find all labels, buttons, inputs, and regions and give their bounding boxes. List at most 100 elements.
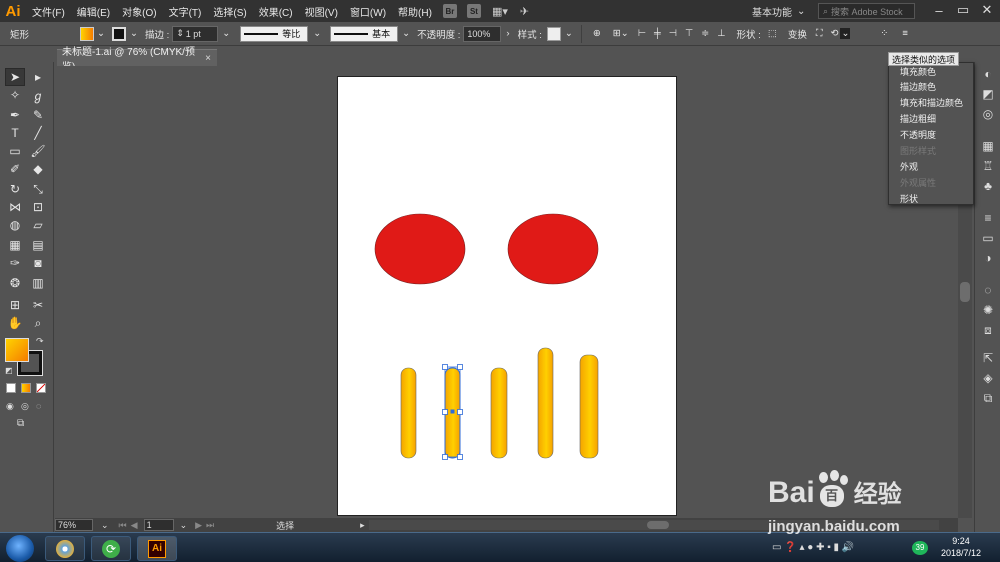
bridge-button[interactable]: Br — [442, 4, 457, 18]
menu-edit[interactable]: 编辑(E) — [71, 4, 116, 19]
pen-tool-icon[interactable]: ✒ — [5, 106, 25, 124]
gradient-mode-button[interactable] — [21, 383, 31, 393]
menu-object[interactable]: 对象(O) — [116, 4, 162, 19]
menu-item-stroke-color[interactable]: 描边颜色 — [900, 80, 936, 93]
gradient-tool-icon[interactable]: ▤ — [28, 236, 48, 254]
screen-mode-icon[interactable]: ⧉ — [17, 418, 24, 429]
shaper-tool-icon[interactable]: ✐ — [5, 160, 25, 178]
horizontal-scrollbar-thumb[interactable] — [646, 521, 669, 529]
zoom-dropdown-icon[interactable]: ⌄ — [101, 520, 109, 531]
select-similar-icon[interactable]: ⟲ — [830, 28, 838, 39]
last-artboard-icon[interactable]: ⏭ — [206, 520, 214, 531]
taskbar-app-refresh[interactable]: ⟳ — [91, 536, 131, 561]
selection-tool-icon[interactable]: ➤ — [5, 68, 25, 86]
artboard[interactable] — [337, 76, 677, 516]
graphic-style-swatch[interactable] — [546, 26, 561, 41]
stroke-weight-dropdown-icon[interactable]: ⌄ — [222, 28, 230, 39]
yellow-bar-4[interactable] — [537, 347, 554, 459]
stroke-weight-field[interactable]: ⇕ 1 pt — [172, 25, 219, 42]
isolate-icon[interactable]: ⛶ — [816, 28, 823, 39]
gradient-panel-icon[interactable]: ▭ — [979, 230, 997, 246]
scale-tool-icon[interactable]: ⤡ — [28, 180, 48, 198]
color-themes-icon[interactable]: ◎ — [979, 106, 997, 122]
brush-dropdown-icon[interactable]: ⌄ — [402, 28, 410, 39]
arrange-documents-icon[interactable]: ▦▾ — [492, 5, 508, 18]
free-transform-tool-icon[interactable]: ⊡ — [28, 198, 48, 216]
transform-button[interactable]: 变换 — [785, 27, 810, 41]
draw-normal-icon[interactable]: ◉ — [6, 401, 14, 412]
align-left-icon[interactable]: ⊢ — [638, 28, 646, 39]
stroke-color-swatch[interactable] — [111, 26, 126, 41]
taskbar-app-paint[interactable] — [45, 536, 85, 561]
draw-behind-icon[interactable]: ◎ — [21, 401, 29, 412]
prev-artboard-icon[interactable]: ◀ — [131, 520, 138, 531]
direct-selection-tool-icon[interactable]: ▸ — [28, 68, 48, 86]
eraser-tool-icon[interactable]: ◆ — [28, 160, 48, 178]
artboards-panel-icon[interactable]: ⧉ — [979, 390, 997, 406]
first-artboard-icon[interactable]: ⏮ — [119, 520, 127, 531]
shape-properties-icon[interactable]: ⬚ — [768, 28, 777, 39]
opacity-field[interactable]: 100% — [463, 25, 502, 42]
fill-swatch[interactable] — [5, 338, 29, 362]
right-red-ellipse[interactable] — [507, 213, 599, 285]
maximize-button[interactable]: ▭ — [952, 1, 974, 19]
fill-color-swatch[interactable] — [80, 26, 94, 41]
menu-item-fill-color[interactable]: 填充颜色 — [900, 65, 936, 78]
menu-item-opacity[interactable]: 不透明度 — [900, 128, 936, 141]
export-panel-icon[interactable]: ⇱ — [979, 350, 997, 366]
menu-item-appearance[interactable]: 外观 — [900, 160, 918, 173]
left-red-ellipse[interactable] — [374, 213, 466, 285]
line-tool-icon[interactable]: ╱ — [28, 124, 48, 142]
artboard-number-field[interactable]: 1 — [143, 519, 174, 531]
brushes-panel-icon[interactable]: ♖ — [979, 158, 997, 174]
menu-select[interactable]: 选择(S) — [207, 4, 252, 19]
minimize-button[interactable]: – — [928, 1, 950, 19]
style-dropdown-icon[interactable]: ⌄ — [565, 28, 573, 39]
zoom-field[interactable]: 76% — [55, 519, 93, 531]
select-similar-dropdown-icon[interactable]: ⌄ — [840, 28, 851, 39]
close-tab-icon[interactable]: × — [205, 53, 211, 64]
column-graph-tool-icon[interactable]: ▥ — [28, 274, 48, 292]
menu-help[interactable]: 帮助(H) — [392, 4, 438, 19]
panel-grid-icon[interactable]: ⁘ — [880, 28, 888, 39]
width-tool-icon[interactable]: ⋈ — [5, 198, 25, 216]
panel-options-icon[interactable]: ≡ — [902, 28, 908, 39]
opacity-arrow-icon[interactable]: › — [506, 28, 509, 39]
symbol-sprayer-tool-icon[interactable]: ❂ — [5, 274, 25, 292]
default-fill-stroke-icon[interactable]: ◩ — [5, 366, 13, 375]
gpu-performance-icon[interactable]: ✈ — [520, 5, 529, 18]
artboard-dropdown-icon[interactable]: ⌄ — [180, 520, 188, 531]
paintbrush-tool-icon[interactable]: 🖌 — [28, 142, 48, 160]
hand-tool-icon[interactable]: ✋ — [5, 314, 25, 332]
start-button[interactable] — [6, 535, 34, 562]
artboard-tool-icon[interactable]: ⊞ — [5, 296, 25, 314]
menu-effect[interactable]: 效果(C) — [253, 4, 299, 19]
none-mode-button[interactable] — [36, 383, 46, 393]
menu-item-shape[interactable]: 形状 — [900, 192, 918, 205]
rectangle-tool-icon[interactable]: ▭ — [5, 142, 25, 160]
status-menu-icon[interactable]: ▸ — [360, 520, 365, 531]
profile-dropdown-icon[interactable]: ⌄ — [313, 28, 321, 39]
stroke-panel-icon[interactable]: ≡ — [979, 210, 997, 226]
yellow-bar-3[interactable] — [490, 367, 508, 459]
slice-tool-icon[interactable]: ✂ — [28, 296, 48, 314]
color-mode-button[interactable] — [6, 383, 16, 393]
swap-fill-stroke-icon[interactable]: ↷ — [36, 336, 44, 347]
draw-inside-icon[interactable]: ◌ — [36, 401, 41, 411]
close-button[interactable]: ✕ — [976, 1, 998, 19]
graphic-styles-panel-icon[interactable]: ✺ — [979, 302, 997, 318]
yellow-bar-5[interactable] — [579, 354, 599, 459]
document-tab[interactable]: 未标题-1.ai @ 76% (CMYK/预览) × — [57, 47, 217, 73]
recolor-icon[interactable]: ⊕ — [593, 28, 601, 39]
align-center-icon[interactable]: ╪ — [654, 28, 661, 39]
curvature-tool-icon[interactable]: ✎ — [28, 106, 48, 124]
menu-item-fill-and-stroke[interactable]: 填充和描边颜色 — [900, 96, 963, 109]
eyedropper-tool-icon[interactable]: ✑ — [5, 254, 25, 272]
symbols-panel-icon[interactable]: ♣ — [979, 178, 997, 194]
workspace-switcher[interactable]: 基本功能 ⌄ — [752, 3, 808, 19]
lasso-tool-icon[interactable]: ℊ — [28, 86, 48, 104]
yellow-bar-1[interactable] — [400, 367, 417, 459]
zoom-tool-icon[interactable]: ⌕ — [28, 314, 48, 332]
shape-builder-tool-icon[interactable]: ◍ — [5, 216, 25, 234]
transparency-panel-icon[interactable]: ◑ — [979, 250, 997, 266]
